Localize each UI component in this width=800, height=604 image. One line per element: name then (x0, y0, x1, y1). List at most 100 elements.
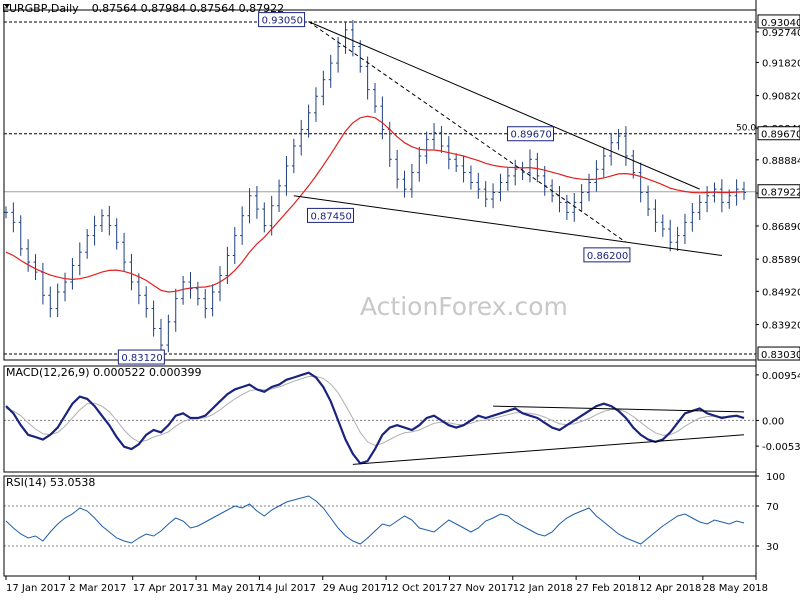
ohlc-bar (85, 229, 90, 259)
ohlc-bar (218, 266, 223, 302)
macd-tick-label: 0.00 (762, 416, 784, 427)
level-label: 0.83030 (761, 350, 800, 361)
ohlc-bar (424, 131, 429, 164)
macd-line (5, 371, 745, 465)
ohlc-bar (129, 253, 134, 291)
ohlc-bar (432, 123, 437, 150)
ohlc-bar (40, 262, 45, 305)
ohlc-bar (719, 179, 724, 213)
rsi-tick-label: 30 (766, 542, 779, 553)
x-tick-label: 12 Jan 2018 (513, 583, 573, 594)
price-tick-label: 0.92740 (762, 28, 800, 39)
upper-trendline (308, 21, 700, 190)
main-title-box: EURGBP,Daily 0.87564 0.87984 0.87564 0.8… (2, 2, 284, 15)
fib-level-label: 50.0 (736, 124, 756, 134)
rsi-title: RSI(14) 53.0538 (6, 476, 96, 489)
current-price-label: 0.87922 (761, 188, 800, 199)
x-tick-label: 17 Apr 2017 (133, 583, 195, 594)
ohlc-bar (166, 314, 171, 353)
macd-lower-trendline (352, 434, 745, 465)
ohlc-bar (505, 167, 510, 191)
price-tick-label: 0.90820 (762, 92, 800, 103)
ohlc-bar (483, 181, 488, 208)
annotation-label: 0.83120 (121, 353, 162, 364)
ohlc-bar (439, 125, 444, 153)
ohlc-bar (321, 70, 326, 106)
ohlc-bar (697, 194, 702, 220)
ohlc-bar (33, 254, 38, 281)
ohlc-bar (92, 215, 97, 246)
macd-tick-label: 0.00954 (762, 371, 800, 382)
ohlc-bar (609, 133, 614, 166)
ohlc-bar (254, 186, 259, 219)
ohlc-bar (638, 162, 643, 203)
macd-panel (4, 371, 756, 465)
ohlc-bar (195, 281, 200, 306)
x-tick-label: 29 Aug 2017 (323, 583, 387, 594)
ohlc-bar (277, 179, 282, 212)
lower-trendline (293, 195, 722, 256)
ohlc-bar (616, 129, 621, 150)
ohlc-bar (291, 138, 296, 174)
ohlc-bar (299, 119, 304, 156)
ohlc-bar (55, 283, 60, 318)
x-tick-label: 12 Apr 2018 (639, 583, 701, 594)
ohlc-bar (513, 159, 518, 186)
ohlc-bar (557, 185, 562, 213)
moving-average-line (5, 115, 745, 293)
ohlc-bar (535, 152, 540, 183)
ohlc-bar (476, 172, 481, 199)
ohlc-bar (653, 199, 658, 232)
x-tick-label: 12 Oct 2017 (386, 583, 448, 594)
x-tick-label: 27 Nov 2017 (449, 583, 513, 594)
price-tick-label: 0.88884 (762, 156, 800, 167)
ohlc-bar (240, 206, 245, 245)
ohlc-bar (594, 160, 599, 192)
level-label: 0.89670 (761, 130, 800, 141)
ohlc-bar (380, 96, 385, 140)
chart-title: EURGBP,Daily (2, 2, 79, 15)
ohlc-bar (63, 272, 68, 302)
x-tick-label: 27 Feb 2018 (576, 583, 638, 594)
ohlc-bar (402, 170, 407, 198)
ohlc-bar (210, 284, 215, 317)
ohlc-bar (675, 226, 680, 251)
price-tick-label: 0.85890 (762, 255, 800, 266)
ohlc-bar (454, 153, 459, 173)
ohlc-bar (306, 104, 311, 138)
ohlc-bar (173, 288, 178, 332)
ohlc-bar (668, 219, 673, 252)
annotation-label: 0.89670 (511, 130, 552, 141)
rsi-tick-label: 70 (766, 502, 779, 513)
ohlc-bar (26, 239, 31, 272)
macd-title: MACD(12,26,9) 0.000522 0.000399 (6, 366, 202, 379)
ohlc-bar (742, 181, 746, 200)
ohlc-bar (373, 82, 377, 113)
ohlc-bar (203, 288, 208, 319)
ohlc-bar (11, 202, 16, 233)
ohlc-bar (646, 185, 651, 216)
ohlc-bar (284, 156, 289, 196)
ohlc-bar (114, 218, 119, 250)
ohlc-bar (461, 156, 466, 183)
ohlc-bar (564, 194, 569, 220)
ohlc-bar (188, 272, 193, 299)
ohlc-bar (623, 126, 628, 166)
dashed-trendline (308, 21, 627, 243)
ohlc-bar (409, 163, 414, 198)
x-tick-label: 31 May 2017 (196, 583, 261, 594)
price-tick-label: 0.86890 (762, 222, 800, 233)
x-tick-label: 28 May 2018 (703, 583, 768, 594)
annotation-label: 0.93050 (262, 16, 303, 27)
ohlc-bar (158, 318, 163, 355)
macd-tick-label: -0.00538 (762, 442, 800, 453)
ohlc-bar (181, 275, 186, 305)
ohlc-bar (4, 206, 8, 219)
ohlc-bar (417, 146, 422, 182)
ohlc-bar (395, 149, 400, 189)
ohlc-bar (498, 173, 503, 202)
ohlc-bar (579, 184, 584, 211)
watermark: ActionForex.com (360, 292, 568, 321)
ohlc-bar (358, 40, 363, 73)
ohlc-bar (660, 214, 665, 237)
